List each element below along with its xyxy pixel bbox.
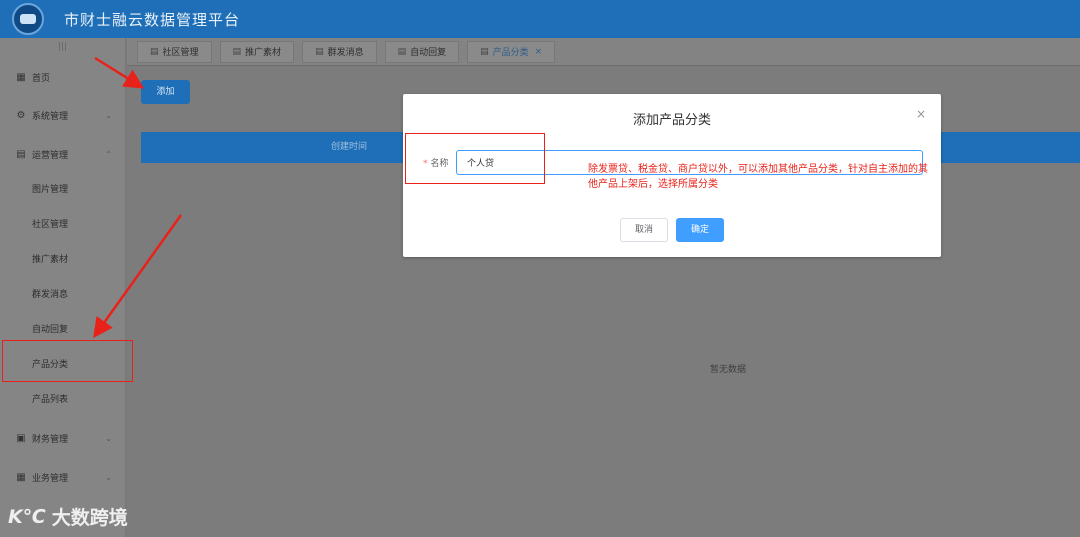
- document-icon: ▤: [397, 46, 407, 57]
- annotation-box-product-category: [2, 340, 133, 382]
- sidebar-subitem-promo[interactable]: 推广素材: [32, 250, 68, 270]
- watermark-logo: K℃: [8, 505, 46, 528]
- document-icon: ▤: [150, 46, 159, 57]
- tab-label: 自动回复: [410, 48, 447, 58]
- apps-icon: ▦: [16, 471, 26, 483]
- close-icon[interactable]: ×: [535, 47, 543, 57]
- tab-label: 群发消息: [327, 48, 364, 58]
- grid-icon: ▦: [16, 71, 26, 83]
- annotation-note: 除发票贷、税金贷、商户贷以外，可以添加其他产品分类，针对自主添加的其他产品上架后…: [588, 164, 928, 190]
- sidebar: ||| ▦ 首页 ⚙ 系统管理 ⌄ ▤ 运营管理 ⌃ 图片管理 社区管理 推广素…: [0, 38, 126, 537]
- tab-label: 推广素材: [245, 48, 282, 58]
- dialog-title: 添加产品分类: [632, 113, 711, 128]
- tab-promo[interactable]: ▤ 推广素材: [219, 40, 295, 63]
- confirm-button[interactable]: 确定: [676, 218, 724, 242]
- close-icon[interactable]: ×: [916, 107, 926, 121]
- sidebar-item-system[interactable]: ⚙ 系统管理 ⌄: [0, 102, 126, 128]
- watermark-text: 大数跨境: [51, 507, 128, 529]
- sidebar-subitem-broadcast[interactable]: 群发消息: [32, 285, 68, 305]
- tab-community[interactable]: ▤ 社区管理: [137, 40, 212, 63]
- sidebar-item-finance[interactable]: ▣ 财务管理 ⌄: [0, 425, 126, 451]
- sidebar-subitem-images[interactable]: 图片管理: [32, 180, 68, 200]
- empty-state-text: 暂无数据: [710, 365, 747, 375]
- chevron-down-icon: ⌄: [105, 433, 112, 443]
- tab-bar: ▤ 社区管理 ▤ 推广素材 ▤ 群发消息 ▤ 自动回复 ▤ 产品分类 ×: [127, 38, 1080, 66]
- sidebar-item-label: 运营管理: [32, 150, 69, 161]
- document-icon: ▤: [232, 46, 242, 57]
- tab-product-category[interactable]: ▤ 产品分类 ×: [467, 40, 556, 63]
- tab-label: 产品分类: [492, 48, 529, 58]
- platform-title: 市财士融云数据管理平台: [64, 10, 241, 29]
- finance-icon: ▣: [16, 432, 26, 444]
- sidebar-subitem-autoreply[interactable]: 自动回复: [32, 320, 68, 340]
- document-icon: ▤: [480, 46, 489, 57]
- document-icon: ▤: [315, 46, 324, 57]
- tab-label: 社区管理: [162, 48, 199, 58]
- tab-broadcast[interactable]: ▤ 群发消息: [302, 40, 377, 63]
- sidebar-item-home[interactable]: ▦ 首页: [0, 64, 126, 90]
- document-icon: ▤: [16, 148, 26, 160]
- sidebar-subitem-community[interactable]: 社区管理: [32, 215, 68, 235]
- sidebar-item-label: 财务管理: [32, 434, 69, 445]
- platform-logo-icon: [12, 3, 44, 35]
- cancel-button[interactable]: 取消: [620, 218, 668, 242]
- sidebar-item-operations[interactable]: ▤ 运营管理 ⌃: [0, 141, 126, 167]
- add-button[interactable]: 添加: [141, 80, 190, 104]
- chevron-down-icon: ⌄: [105, 472, 112, 482]
- sidebar-item-business[interactable]: ▦ 业务管理 ⌄: [0, 464, 126, 490]
- sidebar-item-label: 首页: [32, 73, 51, 84]
- annotation-box-name-field: [405, 133, 545, 184]
- watermark: K℃ 大数跨境: [8, 503, 128, 530]
- sidebar-subitem-product-list[interactable]: 产品列表: [32, 390, 68, 410]
- app-header: 市财士融云数据管理平台: [0, 0, 1080, 38]
- sidebar-collapse-handle[interactable]: |||: [0, 38, 125, 56]
- tab-autoreply[interactable]: ▤ 自动回复: [384, 40, 460, 63]
- sidebar-item-label: 业务管理: [32, 473, 69, 484]
- chevron-up-icon: ⌃: [105, 149, 112, 159]
- chevron-down-icon: ⌄: [105, 110, 112, 120]
- sidebar-item-label: 系统管理: [32, 111, 69, 122]
- column-header-created-time[interactable]: 创建时间: [331, 132, 367, 163]
- gear-icon: ⚙: [16, 109, 26, 121]
